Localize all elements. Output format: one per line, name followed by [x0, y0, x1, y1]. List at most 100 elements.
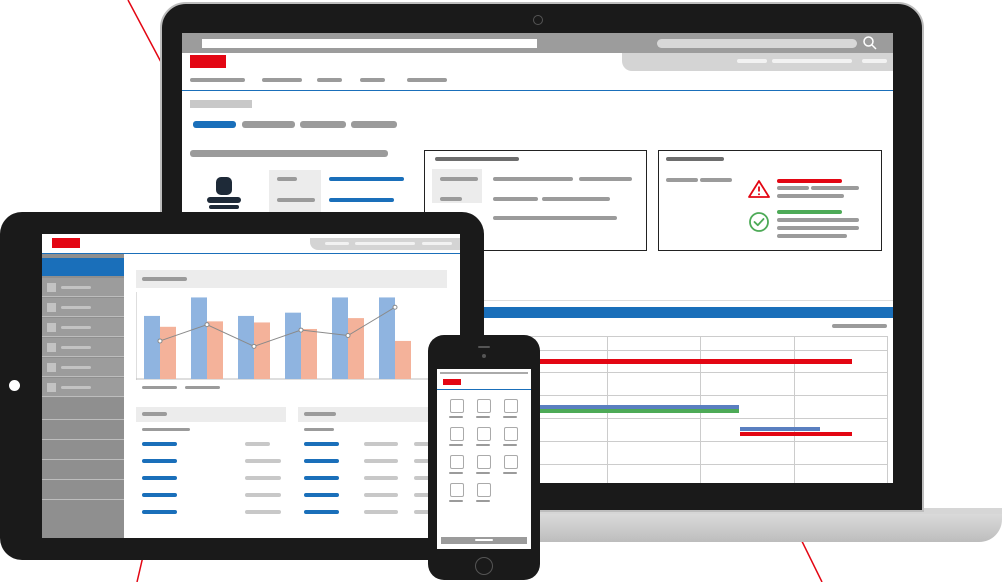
status-panel — [658, 150, 882, 251]
header-util-3[interactable] — [862, 59, 887, 63]
app-tile-icon[interactable] — [450, 455, 464, 469]
tablet-brand-logo[interactable] — [52, 238, 80, 248]
sidebar-item[interactable] — [42, 338, 124, 357]
phone — [428, 335, 540, 580]
sidebar-item-icon — [47, 343, 56, 352]
gantt-task-bar-3[interactable] — [507, 409, 739, 413]
list-1-item-link[interactable] — [142, 459, 177, 463]
nav-item-2[interactable] — [262, 78, 302, 82]
chart-bar-series-1 — [379, 297, 395, 379]
list-2-item-link[interactable] — [304, 442, 339, 446]
list-1-item-link[interactable] — [142, 493, 177, 497]
app-tile-icon[interactable] — [450, 427, 464, 441]
list-1-item-link[interactable] — [142, 510, 177, 514]
phone-brand-logo[interactable] — [443, 379, 461, 385]
sidebar-item-label — [61, 346, 91, 349]
chart-bar-series-2 — [160, 326, 176, 379]
chart-bar-series-2 — [301, 328, 317, 379]
gantt-top-divider — [482, 300, 893, 301]
list-2-item-value — [364, 442, 398, 446]
list-1-item-value — [245, 493, 281, 497]
app-tile-icon[interactable] — [450, 483, 464, 497]
header-util-2[interactable] — [772, 59, 852, 63]
phone-status-bar — [440, 372, 528, 374]
search-icon[interactable] — [862, 35, 878, 51]
phone-header-divider — [437, 389, 531, 390]
sidebar-item[interactable] — [42, 278, 124, 297]
app-tile-label — [449, 416, 463, 418]
info-value-2[interactable] — [329, 198, 394, 202]
chart-card-title — [142, 277, 187, 281]
nav-item-4[interactable] — [360, 78, 385, 82]
page-title — [190, 100, 252, 108]
gantt-task-bar-4[interactable] — [740, 427, 820, 431]
app-tile-icon[interactable] — [504, 455, 518, 469]
info-value-1[interactable] — [329, 177, 404, 181]
list-2-item-link[interactable] — [304, 459, 339, 463]
list-2-item-link[interactable] — [304, 476, 339, 480]
chart-bar-series-1 — [332, 297, 348, 379]
search-field[interactable] — [657, 39, 857, 48]
sidebar-item[interactable] — [42, 318, 124, 337]
sidebar-item[interactable] — [42, 378, 124, 397]
tablet-header-util-1[interactable] — [325, 242, 349, 245]
gantt-task-bar-5[interactable] — [740, 432, 852, 436]
nav-item-3[interactable] — [317, 78, 342, 82]
chart-trend-point — [157, 338, 163, 344]
header-util-1[interactable] — [737, 59, 767, 63]
app-tile-icon[interactable] — [477, 483, 491, 497]
chart-bar-series-1 — [285, 312, 301, 379]
tablet-header-util-3[interactable] — [422, 242, 452, 245]
chart-trend-point — [204, 322, 210, 328]
app-tile-label — [503, 444, 517, 446]
app-tile-icon[interactable] — [477, 427, 491, 441]
tab-2[interactable] — [242, 121, 295, 128]
tablet-header-util-2[interactable] — [355, 242, 415, 245]
nav-item-1[interactable] — [190, 78, 245, 82]
sidebar-item-label — [61, 386, 91, 389]
app-tile-icon[interactable] — [477, 455, 491, 469]
chart-legend-2 — [185, 386, 220, 389]
phone-speaker — [478, 346, 490, 348]
address-bar[interactable] — [202, 39, 537, 48]
sidebar-divider — [42, 439, 124, 440]
gantt-task-bar-1[interactable] — [507, 359, 852, 364]
list-2-item-link[interactable] — [304, 510, 339, 514]
details-label-2 — [440, 197, 462, 201]
tab-active[interactable] — [193, 121, 236, 128]
sidebar-divider — [42, 459, 124, 460]
details-value-1a — [493, 177, 573, 181]
list-1-item-link[interactable] — [142, 476, 177, 480]
warning-text-2 — [777, 194, 844, 198]
list-1-item-link[interactable] — [142, 442, 177, 446]
warning-title — [777, 179, 842, 183]
details-value-3 — [493, 216, 617, 220]
app-tile-label — [503, 472, 517, 474]
sidebar-item[interactable] — [42, 298, 124, 317]
app-tile-icon[interactable] — [504, 427, 518, 441]
sidebar-item-active[interactable] — [42, 258, 124, 276]
sidebar-item-icon — [47, 323, 56, 332]
app-tile-label — [449, 500, 463, 502]
sidebar-item-icon — [47, 283, 56, 292]
info-label-2 — [277, 198, 315, 202]
tablet-home-button[interactable] — [9, 380, 20, 391]
phone-home-button[interactable] — [475, 557, 493, 575]
sidebar-item[interactable] — [42, 358, 124, 377]
info-label-1 — [277, 177, 297, 181]
app-tile-icon[interactable] — [477, 399, 491, 413]
brand-logo[interactable] — [190, 55, 226, 68]
section-heading — [190, 150, 388, 157]
tab-3[interactable] — [300, 121, 346, 128]
sidebar-item-icon — [47, 383, 56, 392]
list-2-item-link[interactable] — [304, 493, 339, 497]
nav-item-5[interactable] — [407, 78, 447, 82]
app-tile-icon[interactable] — [450, 399, 464, 413]
list-card-1-subtitle — [142, 428, 190, 431]
chart-bar-series-1 — [144, 315, 160, 379]
success-text-3 — [777, 234, 847, 238]
app-tile-icon[interactable] — [504, 399, 518, 413]
tab-4[interactable] — [351, 121, 397, 128]
sidebar-item-label — [61, 286, 91, 289]
seat-icon — [207, 177, 241, 209]
